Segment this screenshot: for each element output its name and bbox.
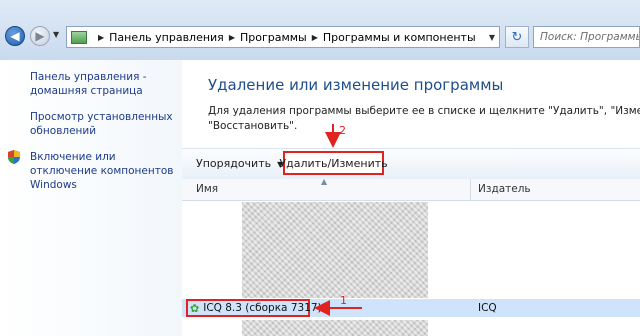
column-header-name[interactable]: Имя bbox=[196, 183, 218, 195]
description-line: "Восстановить". bbox=[208, 120, 298, 132]
page-description: Для удаления программы выберите ее в спи… bbox=[208, 104, 640, 134]
blurred-program-list bbox=[242, 320, 428, 336]
sidebar-item-windows-features[interactable]: Включение или отключение компонентов Win… bbox=[30, 150, 175, 192]
address-dropdown-icon[interactable]: ▼ bbox=[485, 33, 499, 42]
sidebar: Панель управления - домашняя страница Пр… bbox=[0, 60, 183, 336]
column-divider[interactable] bbox=[470, 179, 471, 200]
program-name: ICQ 8.3 (сборка 7317) bbox=[203, 302, 322, 314]
breadcrumb-programs-and-features[interactable]: Программы и компоненты bbox=[323, 31, 476, 44]
program-publisher: ICQ bbox=[478, 302, 497, 314]
sidebar-item-control-panel-home[interactable]: Панель управления - домашняя страница bbox=[30, 70, 175, 98]
search-input[interactable]: Поиск: Программы и ... bbox=[533, 26, 640, 48]
annotation-step-2: 2 bbox=[339, 124, 346, 137]
address-toolbar: ◀ ▶ ▼ ▶ Панель управления ▶ Программы ▶ … bbox=[0, 0, 640, 60]
recent-pages-chevron-icon[interactable]: ▼ bbox=[53, 30, 59, 39]
control-panel-icon bbox=[71, 30, 87, 44]
shield-icon bbox=[8, 150, 20, 164]
breadcrumb-control-panel[interactable]: Панель управления bbox=[109, 31, 224, 44]
description-line: Для удаления программы выберите ее в спи… bbox=[208, 105, 640, 117]
table-header: ▲ Имя Издатель bbox=[182, 177, 640, 201]
page-title: Удаление или изменение программы bbox=[208, 76, 504, 94]
sort-arrow-icon: ▲ bbox=[321, 177, 328, 186]
organize-button[interactable]: Упорядочить ▼ bbox=[196, 157, 283, 170]
forward-button[interactable]: ▶ bbox=[30, 26, 50, 46]
table-row[interactable]: ✿ ICQ 8.3 (сборка 7317) ICQ bbox=[182, 299, 640, 317]
breadcrumb-programs[interactable]: Программы bbox=[240, 31, 307, 44]
column-header-publisher[interactable]: Издатель bbox=[478, 183, 531, 195]
blurred-program-list bbox=[242, 202, 428, 298]
breadcrumb-chevron-icon[interactable]: ▶ bbox=[229, 33, 235, 42]
program-name-cell[interactable]: ✿ ICQ 8.3 (сборка 7317) bbox=[186, 299, 322, 317]
main-content: Удаление или изменение программы Для уда… bbox=[182, 60, 640, 336]
command-bar: Упорядочить ▼ Удалить/Изменить bbox=[182, 148, 640, 180]
address-bar[interactable]: ▶ Панель управления ▶ Программы ▶ Програ… bbox=[66, 26, 500, 48]
breadcrumb-chevron-icon[interactable]: ▶ bbox=[312, 33, 318, 42]
back-button[interactable]: ◀ bbox=[5, 26, 25, 46]
icq-flower-icon: ✿ bbox=[190, 301, 200, 315]
sidebar-item-view-installed-updates[interactable]: Просмотр установленных обновлений bbox=[30, 110, 175, 138]
organize-label: Упорядочить bbox=[196, 157, 272, 170]
uninstall-change-button[interactable]: Удалить/Изменить bbox=[279, 151, 388, 175]
refresh-button[interactable]: ↻ bbox=[505, 26, 529, 48]
annotation-step-1: 1 bbox=[340, 294, 347, 307]
breadcrumb-chevron-icon[interactable]: ▶ bbox=[98, 33, 104, 42]
